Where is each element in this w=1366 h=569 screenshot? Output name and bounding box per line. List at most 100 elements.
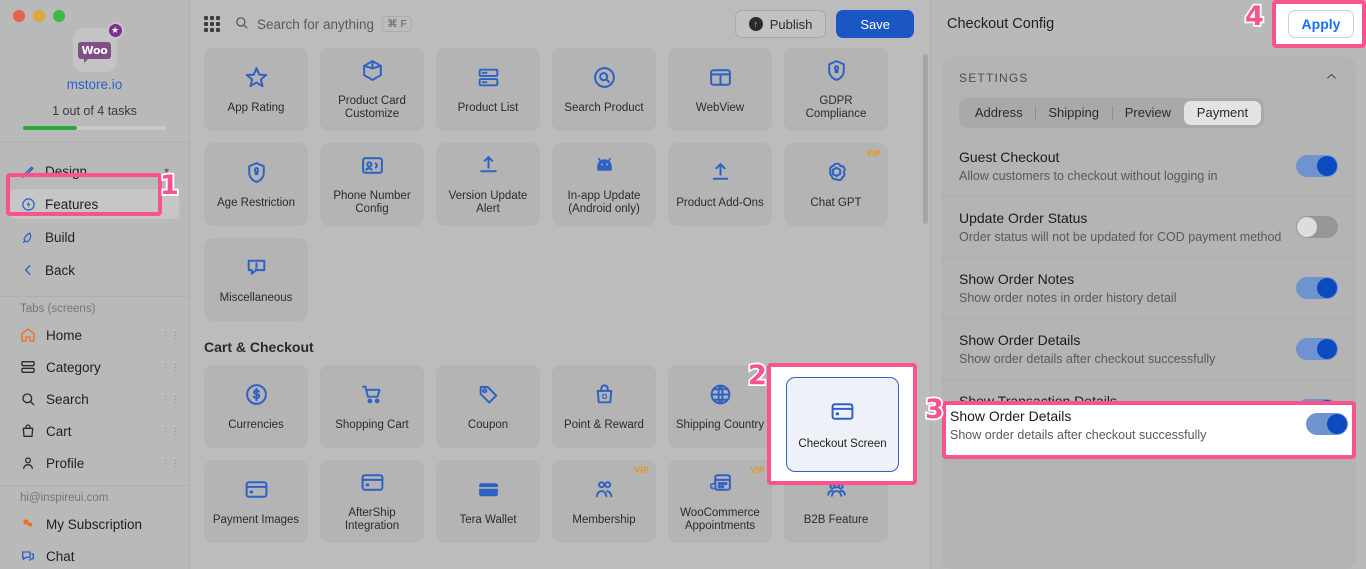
right-panel: Checkout Config Apply SETTINGS AddressSh… [930,0,1366,569]
feature-card-product-list[interactable]: Product List [436,48,540,131]
drag-handle-icon[interactable]: ⋮⋮ [161,461,169,466]
save-button[interactable]: Save [836,10,914,38]
sidebar-item-back[interactable]: Back [10,255,179,285]
store-name[interactable]: mstore.io [0,77,189,92]
feature-card-point-reward[interactable]: Point & Reward [552,365,656,448]
minimize-window-button[interactable] [33,10,45,22]
feature-card-label: WebView [696,102,744,115]
sidebar-item-design[interactable]: Design ▾ [10,156,179,186]
feature-card-product-card-customize[interactable]: Product Card Customize [320,48,424,131]
group-icon [824,477,849,507]
feature-card-membership[interactable]: VIPMembership [552,460,656,543]
apps-grid-icon[interactable] [204,16,220,32]
tasks-progress-fill [23,126,77,130]
sidebar-item-build[interactable]: Build [10,222,179,252]
settings-tabs: AddressShippingPreviewPayment [959,98,1264,128]
wallet-icon [476,477,501,507]
feature-card-coupon[interactable]: Coupon [436,365,540,448]
setting-description: Show order notes in order history detail [959,290,1286,306]
setting-toggle[interactable] [1296,216,1338,238]
credit-card-icon [360,470,385,500]
feature-card-label: Chat GPT [810,197,861,210]
feature-card-chat-gpt[interactable]: VIPChat GPT [784,143,888,226]
drag-handle-icon[interactable]: ⋮⋮ [161,397,169,402]
feature-card-checkout-screen[interactable]: Checkout Screen [786,377,899,472]
setting-toggle[interactable] [1296,338,1338,360]
close-window-button[interactable] [13,10,25,22]
feature-card-label: Age Restriction [217,197,295,210]
sidebar-item-home[interactable]: Home ⋮⋮ [0,319,189,351]
setting-toggle[interactable] [1296,277,1338,299]
toolbar-actions: ↑ Publish Save [735,10,914,38]
sidebar-item-category[interactable]: Category ⋮⋮ [0,351,189,383]
feature-card-label: Version Update Alert [440,190,536,216]
sidebar-account-label: Chat [46,549,75,564]
feature-card-product-add-ons[interactable]: Product Add-Ons [668,143,772,226]
search-input[interactable]: Search for anything ⌘ F [234,15,412,33]
feature-card-currencies[interactable]: Currencies [204,365,308,448]
tab-shipping[interactable]: Shipping [1035,101,1111,125]
sidebar-item-label: Back [45,263,75,278]
drag-handle-icon[interactable]: ⋮⋮ [161,429,169,434]
search-circle-icon [592,65,617,95]
feature-card-label: Currencies [228,419,284,432]
feature-card-shopping-cart[interactable]: Shopping Cart [320,365,424,448]
feature-card-tera-wallet[interactable]: Tera Wallet [436,460,540,543]
publish-button[interactable]: ↑ Publish [735,10,827,38]
feature-card-label: Membership [572,514,635,527]
sidebar-account-label: My Subscription [46,517,142,532]
window-traffic-lights [0,0,189,22]
reward-bag-icon [592,382,617,412]
credit-card-icon [830,399,855,429]
feature-card-woocommerce-appointments[interactable]: VIPWooCommerce Appointments [668,460,772,543]
sidebar-item-cart[interactable]: Cart ⋮⋮ [0,415,189,447]
setting-row-update-order-status[interactable]: Update Order StatusOrder status will not… [941,197,1356,258]
feature-card-label: Product Card Customize [324,95,420,121]
setting-toggle[interactable] [1306,413,1348,435]
sidebar-tab-label: Cart [46,424,72,439]
feature-card-search-product[interactable]: Search Product [552,48,656,131]
upload-bar-icon [708,160,733,190]
tab-address[interactable]: Address [962,101,1035,125]
sidebar-tab-label: Home [46,328,82,343]
setting-row-show-order-notes[interactable]: Show Order NotesShow order notes in orde… [941,258,1356,319]
search-shortcut-hint: ⌘ F [382,16,412,32]
setting-row-show-order-details[interactable]: Show Order DetailsShow order details aft… [941,319,1356,380]
feature-card-miscellaneous[interactable]: Miscellaneous [204,238,308,321]
sidebar-item-my-subscription[interactable]: My Subscription [0,508,189,540]
category-icon [20,359,36,375]
setting-description: Order status will not be updated for COD… [959,229,1286,245]
feature-card-gdpr-compliance[interactable]: GDPR Compliance [784,48,888,131]
sidebar-item-features[interactable]: Features [10,189,179,219]
drag-handle-icon[interactable]: ⋮⋮ [161,365,169,370]
feature-card-in-app-update-android-only[interactable]: In-app Update (Android only) [552,143,656,226]
main-scrollbar[interactable] [923,54,928,224]
feature-card-payment-images[interactable]: Payment Images [204,460,308,543]
tab-preview[interactable]: Preview [1112,101,1184,125]
apply-button[interactable]: Apply [1288,10,1354,38]
feature-card-webview[interactable]: WebView [668,48,772,131]
sidebar-item-profile[interactable]: Profile ⋮⋮ [0,447,189,479]
setting-description: Show order details after checkout succes… [950,427,1296,443]
settings-section-header[interactable]: SETTINGS [941,56,1356,92]
setting-toggle[interactable] [1296,155,1338,177]
feature-card-phone-number-config[interactable]: Phone Number Config [320,143,424,226]
setting-row-guest-checkout[interactable]: Guest CheckoutAllow customers to checkou… [941,136,1356,197]
setting-text: Guest CheckoutAllow customers to checkou… [959,149,1286,184]
feature-card-b2b-feature[interactable]: B2B Feature [784,460,888,543]
feature-card-aftership-integration[interactable]: AfterShip Integration [320,460,424,543]
sidebar-item-search[interactable]: Search ⋮⋮ [0,383,189,415]
setting-row-show-order-details[interactable]: Show Order Details Show order details af… [950,408,1348,452]
toggle-knob [1297,217,1317,237]
drag-handle-icon[interactable]: ⋮⋮ [161,333,169,338]
feature-card-version-update-alert[interactable]: Version Update Alert [436,143,540,226]
chevron-up-icon[interactable] [1325,70,1338,86]
sidebar-item-chat[interactable]: Chat [0,540,189,569]
feature-card-label: WooCommerce Appointments [672,507,768,533]
credit-card-icon [244,477,269,507]
feature-card-age-restriction[interactable]: Age Restriction [204,143,308,226]
maximize-window-button[interactable] [53,10,65,22]
calendar-add-icon [708,470,733,500]
tab-payment[interactable]: Payment [1184,101,1261,125]
feature-card-app-rating[interactable]: App Rating [204,48,308,131]
